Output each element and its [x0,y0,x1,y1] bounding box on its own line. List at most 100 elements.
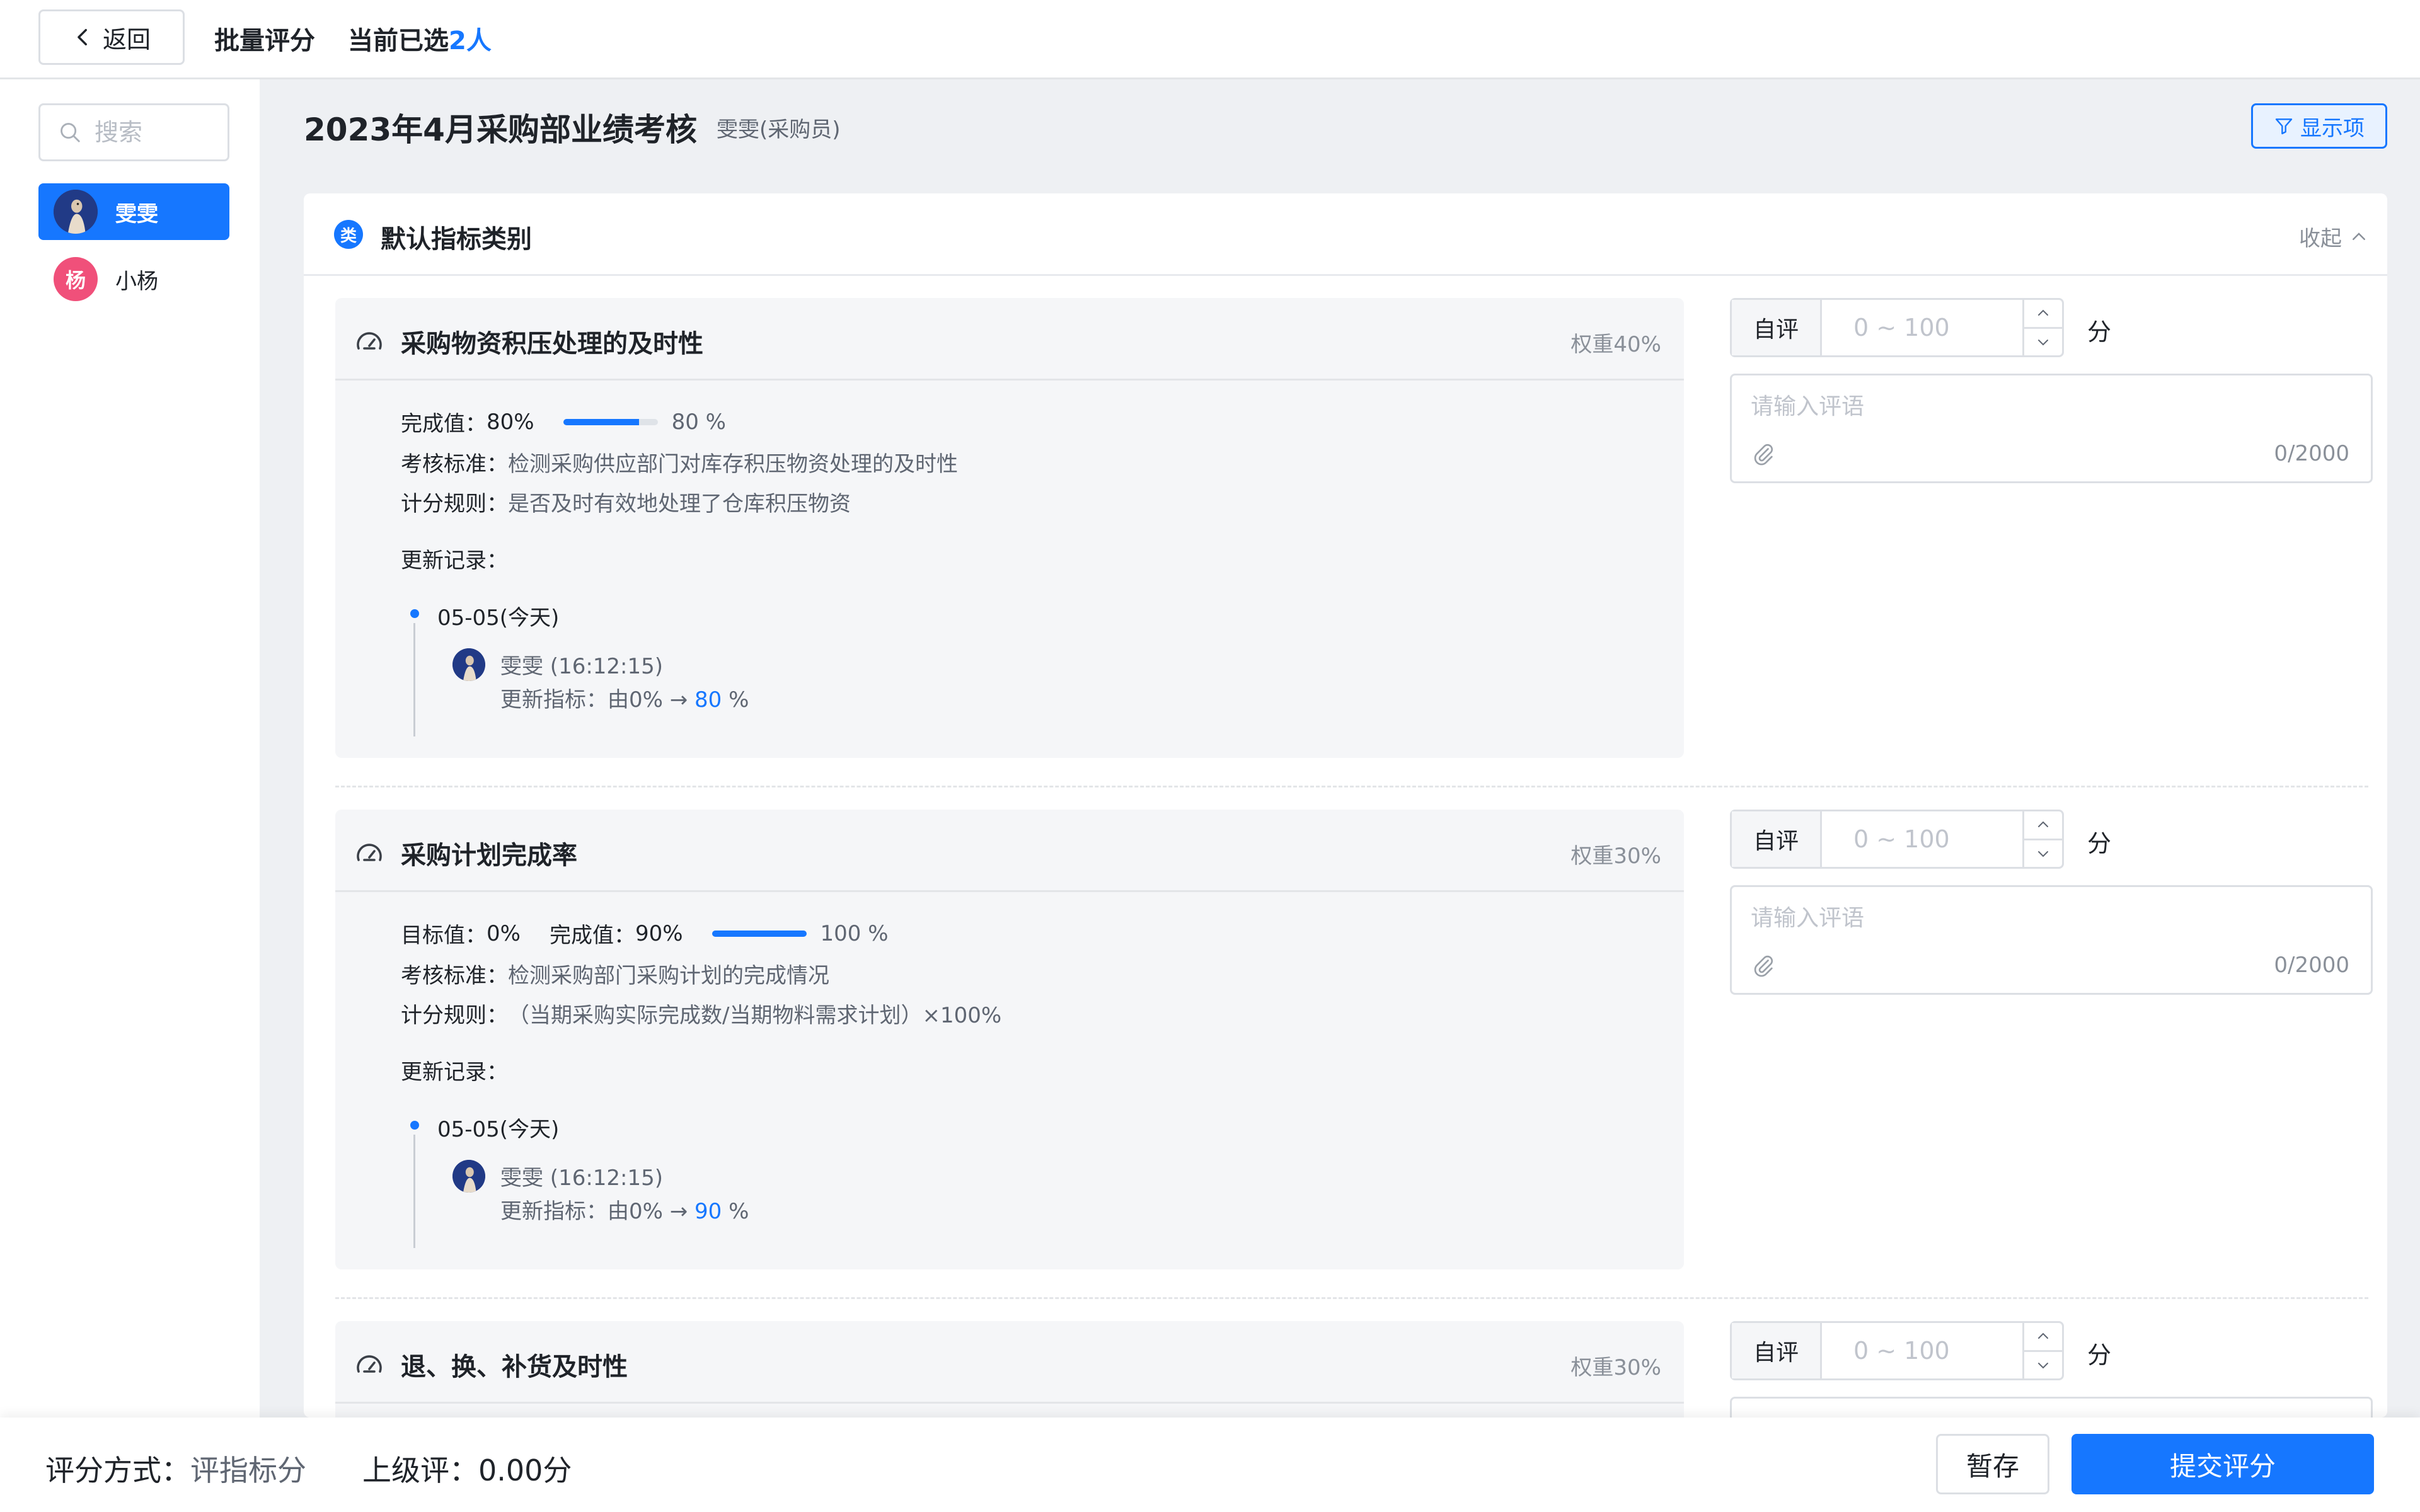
category-title: 默认指标类别 [381,225,532,254]
timeline-dot [410,609,419,618]
change-prefix: 更新指标：由0% → [500,687,688,713]
standard-label: 考核标准： [401,963,508,988]
chevron-left-icon [78,28,87,46]
decrement-button[interactable] [2024,840,2062,868]
comment-input[interactable] [1749,387,2351,427]
update-records-label: 更新记录： [401,548,508,573]
decrement-button[interactable] [2024,329,2062,356]
gauge-icon [357,332,382,350]
score-stepper[interactable] [2022,1323,2062,1378]
collapse-label: 收起 [2299,226,2342,251]
superior-label: 上级评： [362,1453,478,1487]
rule-line: 计分规则： 是否及时有效地处理了仓库积压物资 [401,486,851,517]
indicator-card: 采购物资积压处理的及时性 权重40% 完成值： 80% 80 % 考核标准： 检… [335,298,1684,758]
display-items-label: 显示项 [2300,115,2365,141]
change-suffix: % [729,687,749,713]
progress-percent: 80 % [671,409,726,435]
chevron-down-icon [2038,1362,2048,1369]
page-title: 2023年4月采购部业绩考核 [304,112,697,148]
score-unit: 分 [2087,318,2112,346]
chevron-up-icon [2038,309,2048,316]
avatar [452,648,485,681]
display-items-button[interactable]: 显示项 [2251,103,2387,149]
completion-value: 90% [635,920,683,946]
paperclip-icon[interactable] [1751,953,1776,978]
score-stepper[interactable] [2022,300,2062,355]
score-unit: 分 [2087,1341,2112,1369]
back-button-label: 返回 [102,25,151,54]
self-score-label: 自评 [1732,300,1822,355]
change-prefix: 更新指标：由0% → [500,1199,688,1224]
search-input[interactable] [93,118,222,147]
rule-label: 计分规则： [401,491,508,517]
method-value: 评指标分 [190,1453,306,1487]
collapse-toggle[interactable]: 收起 [2299,221,2368,252]
change-value: 80 [694,687,722,713]
rule-line: 计分规则： （当期采购实际完成数/当期物料需求计划）×100% [401,998,1001,1029]
footer-bar: 评分方式：评指标分 上级评：0.00分 暂存 提交评分 [0,1418,2420,1512]
gauge-icon [357,844,382,861]
increment-button[interactable] [2024,811,2062,840]
self-score-field: 自评 [1730,298,2064,357]
target-completion-line: 目标值： 0% 完成值： 90% 100 % [401,918,889,949]
standard-line: 考核标准： 检测采购部门采购计划的完成情况 [401,958,829,989]
search-box[interactable] [38,103,229,161]
submit-score-button[interactable]: 提交评分 [2071,1434,2374,1494]
indicator-header: 退、换、补货及时性 权重30% [335,1321,1684,1404]
timeline-date: 05-05(今天) [437,605,560,631]
filter-icon [2275,118,2293,135]
person-item-wenwen[interactable]: 雯雯 [38,183,229,240]
selected-count-info: 当前已选2人 [348,20,492,57]
rule-text: （当期采购实际完成数/当期物料需求计划）×100% [508,1003,1002,1028]
comment-input[interactable] [1749,1410,2351,1418]
indicator-title: 采购物资积压处理的及时性 [401,329,703,358]
timeline-change: 更新指标：由0% → 80 % [500,682,749,713]
score-input[interactable] [1822,811,2022,867]
timeline-line [413,1135,415,1248]
score-input[interactable] [1822,300,2022,355]
comment-box: 0/2000 [1730,374,2373,483]
save-draft-button[interactable]: 暂存 [1936,1434,2049,1494]
indicator-weight: 权重40% [1570,332,1661,357]
timeline-user: 雯雯 (16:12:15) [500,1166,664,1191]
indicator-card: 采购计划完成率 权重30% 目标值： 0% 完成值： 90% 100 % 考核标… [335,810,1684,1269]
progress-bar [712,930,807,937]
indicator-title: 采购计划完成率 [401,841,577,870]
back-button[interactable]: 返回 [38,9,185,65]
decrement-button[interactable] [2024,1352,2062,1379]
completion-line: 完成值： 80% 80 % [401,406,726,437]
comment-input[interactable] [1749,898,2351,939]
timeline-user: 雯雯 (16:12:15) [500,654,664,679]
gauge-icon [357,1355,382,1373]
employee-subtitle: 雯雯(采购员) [717,117,841,142]
chevron-up-icon [2038,1332,2048,1339]
completion-value: 80% [487,409,534,435]
chevron-down-icon [2038,339,2048,346]
standard-label: 考核标准： [401,452,508,477]
indicator-weight: 权重30% [1570,1355,1661,1380]
score-unit: 分 [2087,830,2112,857]
increment-button[interactable] [2024,1323,2062,1352]
score-input[interactable] [1822,1323,2022,1378]
change-value: 90 [694,1199,722,1224]
assessment-card: 类 默认指标类别 收起 采购物资积压处理的及时性 权重40% 完成值： 80% … [304,193,2387,1418]
completion-label: 完成值： [401,411,487,437]
batch-scoring-title: 批量评分 [214,26,315,55]
avatar: 杨 [54,257,98,301]
score-stepper[interactable] [2022,811,2062,867]
superior-score: 上级评：0.00分 [362,1448,572,1489]
target-value: 0% [487,920,521,946]
chevron-down-icon [2038,850,2048,857]
standard-line: 考核标准： 检测采购供应部门对库存积压物资处理的及时性 [401,447,958,478]
self-score-field: 自评 [1730,810,2064,869]
chevron-up-icon [2353,232,2365,240]
timeline-date: 05-05(今天) [437,1117,560,1142]
char-counter: 0/2000 [2274,441,2349,466]
indicator-card: 退、换、补货及时性 权重30% [335,1321,1684,1418]
increment-button[interactable] [2024,300,2062,329]
update-records-label: 更新记录： [401,1060,508,1085]
person-item-xiaoyang[interactable]: 杨 小杨 [38,251,229,307]
paperclip-icon[interactable] [1751,441,1776,466]
avatar [54,190,98,234]
person-name: 雯雯 [115,201,158,227]
